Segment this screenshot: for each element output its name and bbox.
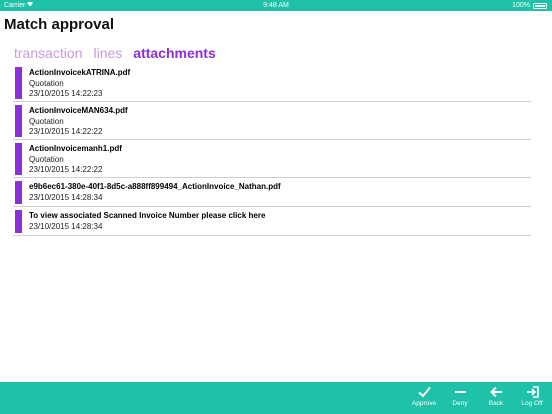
row-marker — [15, 67, 22, 99]
scanned-invoice-link[interactable]: To view associated Scanned Invoice Numbe… — [13, 207, 531, 236]
attachment-filename: e9b6ec61-380e-40f1-8d5c-a888ff899494_Act… — [29, 182, 281, 191]
page-title: Match approval — [4, 16, 115, 33]
list-item[interactable]: ActionInvoicemanh1.pdf Quotation 23/10/2… — [13, 140, 531, 178]
clock: 9:48 AM — [263, 2, 289, 9]
row-marker — [15, 143, 22, 175]
row-marker — [15, 181, 22, 204]
scanned-invoice-link-text: To view associated Scanned Invoice Numbe… — [29, 211, 266, 220]
list-item[interactable]: ActionInvoiceMAN634.pdf Quotation 23/10/… — [13, 102, 531, 140]
bottom-toolbar: Approve Deny Back Log Off — [0, 382, 552, 414]
tab-attachments[interactable]: attachments — [133, 44, 215, 62]
battery-icon — [533, 3, 547, 9]
attachment-filename: ActionInvoicekATRINA.pdf — [29, 68, 131, 77]
attachment-date: 23/10/2015 14:22:22 — [29, 165, 103, 174]
approve-label: Approve — [411, 400, 437, 407]
approve-button[interactable]: Approve — [406, 386, 442, 412]
attachment-date: 23/10/2015 14:28:34 — [29, 192, 103, 202]
deny-button[interactable]: Deny — [442, 386, 478, 412]
list-item[interactable]: ActionInvoicekATRINA.pdf Quotation 23/10… — [13, 64, 531, 102]
back-label: Back — [488, 400, 504, 407]
status-bar: Carrier 9:48 AM 100% — [0, 0, 552, 11]
tab-lines[interactable]: lines — [93, 44, 122, 62]
attachment-type: Quotation — [29, 78, 64, 88]
attachment-date: 23/10/2015 14:22:23 — [29, 89, 103, 98]
row-marker — [15, 105, 22, 137]
attachment-filename: ActionInvoicemanh1.pdf — [29, 144, 122, 153]
log-off-label: Log Off — [521, 400, 543, 407]
back-button[interactable]: Back — [478, 386, 514, 412]
arrow-left-icon — [478, 386, 514, 398]
deny-label: Deny — [452, 400, 468, 407]
log-off-button[interactable]: Log Off — [514, 386, 550, 412]
checkmark-icon — [406, 386, 442, 398]
tab-bar: transaction lines attachments — [14, 44, 227, 62]
attachment-filename: ActionInvoiceMAN634.pdf — [29, 106, 128, 115]
attachment-date: 23/10/2015 14:22:22 — [29, 127, 103, 136]
attachment-type: Quotation — [29, 154, 64, 164]
list-item[interactable]: e9b6ec61-380e-40f1-8d5c-a888ff899494_Act… — [13, 178, 531, 207]
logout-icon — [514, 386, 550, 398]
row-marker — [15, 210, 22, 233]
attachment-date: 23/10/2015 14:28:34 — [29, 221, 103, 231]
attachment-list: ActionInvoicekATRINA.pdf Quotation 23/10… — [13, 64, 531, 236]
tab-transaction[interactable]: transaction — [14, 44, 82, 62]
attachment-type: Quotation — [29, 116, 64, 126]
battery-percentage: 100% — [512, 2, 530, 9]
minus-icon — [442, 386, 478, 398]
